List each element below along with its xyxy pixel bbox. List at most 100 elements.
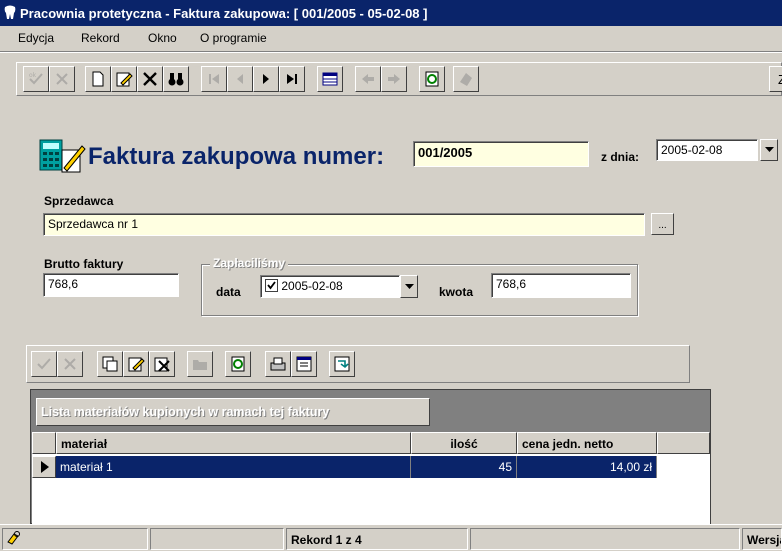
menu-rekord[interactable]: Rekord [81, 31, 120, 45]
gross-label: Brutto faktury [44, 257, 124, 271]
x-icon [64, 358, 76, 370]
seller-label: Sprzedawca [44, 194, 114, 208]
seller-browse-label: ... [658, 220, 667, 231]
grid-body: materiał ilość cena jedn. netto materiał… [32, 432, 710, 524]
status-panel-icon [2, 528, 148, 550]
gross-field[interactable]: 768,6 [43, 273, 179, 297]
folder-icon [193, 360, 207, 370]
cell-price[interactable]: 14,00 zł [517, 456, 657, 478]
first-icon [209, 74, 219, 84]
paid-amount-label: kwota [439, 285, 474, 299]
title-bar[interactable]: Pracownia protetyczna - Faktura zakupowa… [0, 0, 782, 26]
paid-date-label: data [216, 285, 241, 299]
invoice-date-dropdown[interactable] [760, 139, 778, 161]
invoice-date-field[interactable]: 2005-02-08 [656, 139, 758, 161]
form-heading: Faktura zakupowa numer: [88, 143, 385, 170]
refresh-icon [231, 356, 245, 372]
checkmark-icon [267, 281, 276, 290]
edit-record-button[interactable] [111, 66, 137, 92]
delete-record-button[interactable] [137, 66, 163, 92]
column-header-filler [657, 432, 710, 454]
arrow-left-icon [362, 74, 374, 84]
next-record-button[interactable] [253, 66, 279, 92]
table-icon [322, 72, 338, 86]
menu-separator [0, 51, 782, 53]
first-record-button[interactable] [201, 66, 227, 92]
row-indicator[interactable] [32, 456, 56, 478]
prev-icon [237, 74, 243, 84]
menu-o-programie[interactable]: O programie [200, 31, 267, 45]
next-icon [263, 74, 269, 84]
menu-edycja[interactable]: Edycja [18, 31, 54, 45]
hand-key-icon [7, 531, 20, 545]
find-button[interactable] [163, 66, 189, 92]
chevron-down-icon [404, 283, 414, 289]
printer-icon [270, 357, 286, 371]
delete-icon [154, 357, 170, 372]
grid-delete-button[interactable] [149, 351, 175, 377]
menu-bar: Edycja Rekord Okno O programie [0, 27, 782, 49]
table-view-button[interactable] [317, 66, 343, 92]
new-doc-icon [92, 71, 104, 87]
refresh-button[interactable] [419, 66, 445, 92]
export-icon [334, 356, 350, 372]
grid-refresh-button[interactable] [225, 351, 251, 377]
edit-icon [116, 72, 133, 87]
last-icon [287, 74, 297, 84]
paid-groupbox-title: Zapłaciliśmy [210, 256, 289, 270]
version-label: Wersja [742, 528, 782, 550]
grid-corner-header [32, 432, 56, 454]
record-counter: Rekord 1 z 4 [286, 528, 468, 550]
x-icon [56, 73, 68, 85]
close-form-label: Z [778, 71, 782, 87]
cell-qty[interactable]: 45 [411, 456, 517, 478]
date-label: z dnia: [601, 150, 639, 164]
column-header-qty[interactable]: ilość [411, 432, 517, 454]
seller-browse-button[interactable]: ... [651, 213, 674, 235]
grid-print-button[interactable] [265, 351, 291, 377]
tooth-icon [4, 5, 16, 19]
status-panel-empty [150, 528, 284, 550]
column-header-material[interactable]: materiał [56, 432, 411, 454]
current-row-icon [41, 461, 49, 473]
invoice-number-field[interactable]: 001/2005 [413, 141, 589, 167]
cell-material[interactable]: materiał 1 [56, 456, 411, 478]
grid-open-button[interactable] [187, 351, 213, 377]
cancel-button[interactable] [49, 66, 75, 92]
back-button[interactable] [355, 66, 381, 92]
paid-date-checkbox[interactable] [265, 279, 278, 292]
status-bar: Rekord 1 z 4 Wersja [0, 524, 782, 551]
close-form-button[interactable]: Z [769, 66, 782, 92]
forward-button[interactable] [381, 66, 407, 92]
grid-properties-button[interactable] [291, 351, 317, 377]
prev-record-button[interactable] [227, 66, 253, 92]
column-header-price[interactable]: cena jedn. netto [517, 432, 657, 454]
grid-toolbar [26, 345, 690, 383]
grid-cancel-button[interactable] [57, 351, 83, 377]
copy-icon [102, 356, 118, 372]
window-title: Pracownia protetyczna - Faktura zakupowa… [20, 6, 428, 21]
paid-amount-field[interactable]: 768,6 [491, 273, 631, 298]
paid-date-dropdown[interactable] [400, 275, 418, 298]
paid-date-value: 2005-02-08 [281, 279, 343, 293]
new-record-button[interactable] [85, 66, 111, 92]
binoculars-icon [168, 73, 184, 86]
grid-edit-button[interactable] [123, 351, 149, 377]
grid-export-button[interactable] [329, 351, 355, 377]
confirm-button[interactable]: ok [23, 66, 49, 92]
status-panel-message [470, 528, 740, 550]
chevron-down-icon [764, 147, 774, 152]
grid-copy-button[interactable] [97, 351, 123, 377]
check-icon: ok [29, 72, 43, 85]
svg-text:ok: ok [29, 72, 37, 79]
grid-confirm-button[interactable] [31, 351, 57, 377]
menu-okno[interactable]: Okno [148, 31, 177, 45]
print-button[interactable] [453, 66, 479, 92]
paid-date-field[interactable]: 2005-02-08 [260, 275, 400, 298]
edit-icon [128, 357, 145, 372]
seller-field[interactable]: Sprzedawca nr 1 [43, 213, 645, 236]
check-icon [37, 358, 51, 370]
delete-icon [143, 72, 157, 86]
main-toolbar: ok Z [16, 62, 782, 96]
last-record-button[interactable] [279, 66, 305, 92]
